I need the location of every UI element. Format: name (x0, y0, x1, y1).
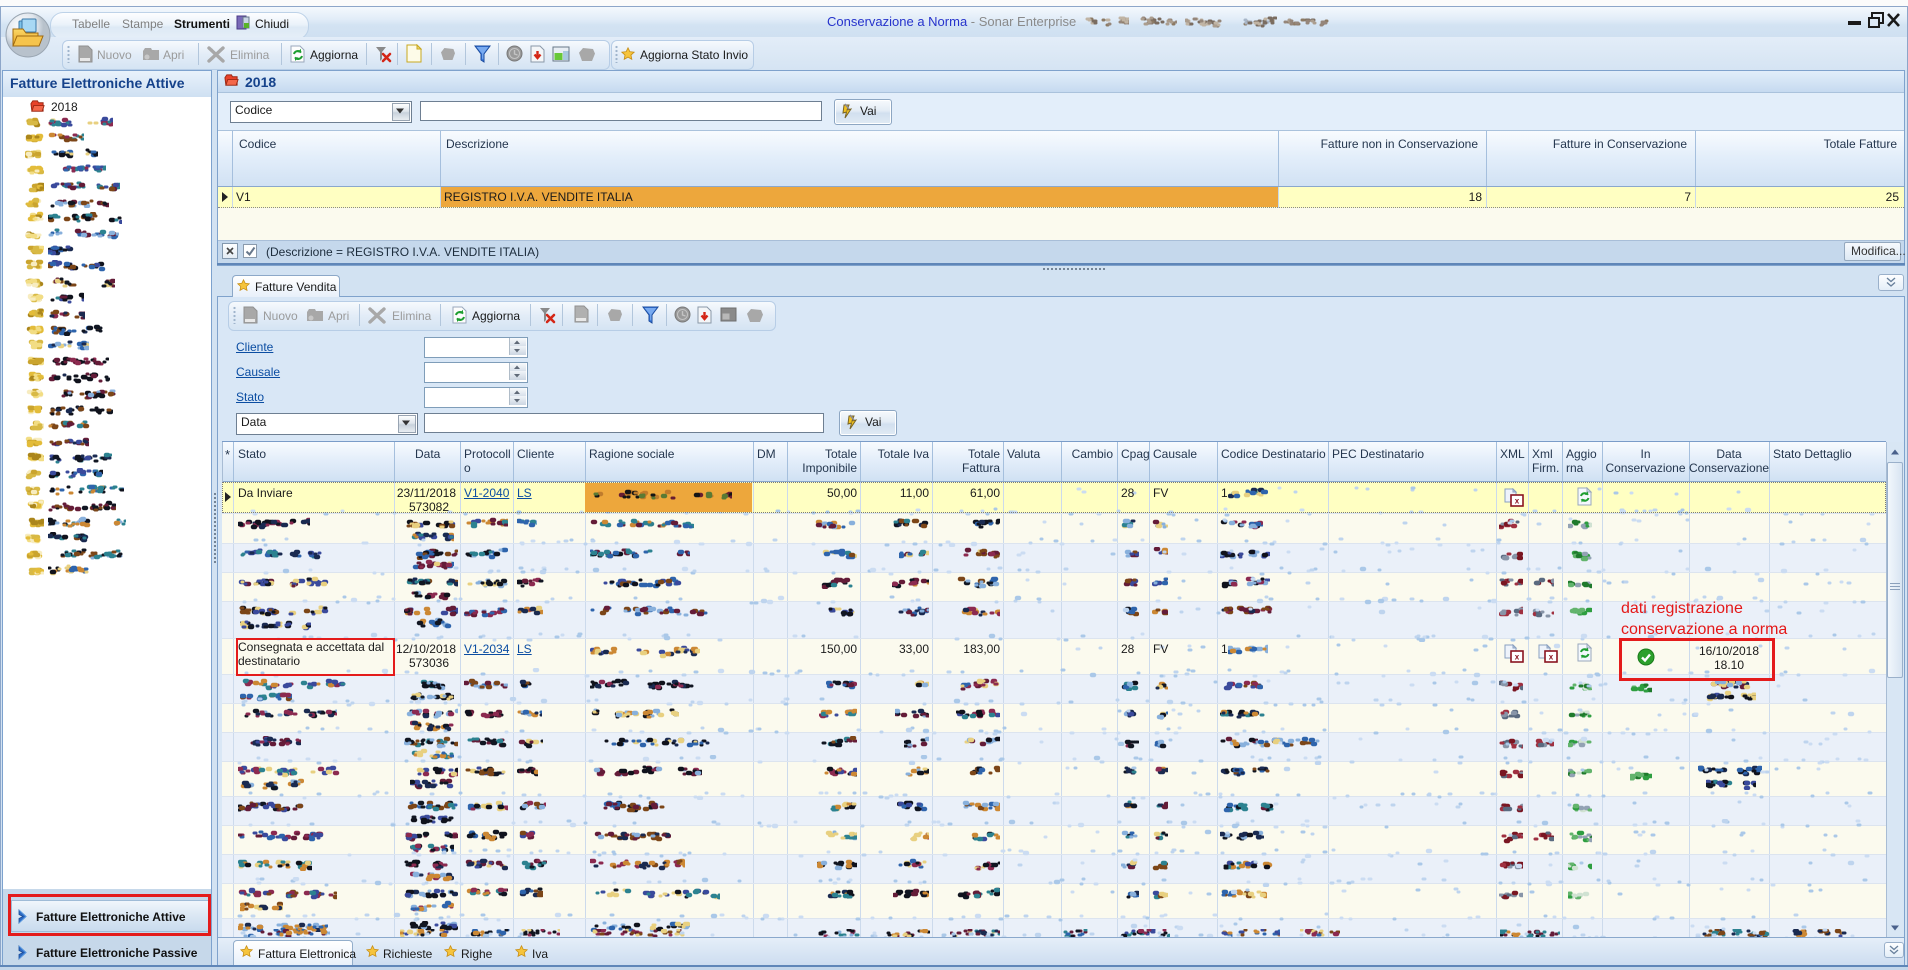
svg-text:x: x (1515, 653, 1520, 662)
svg-text:x: x (1549, 653, 1554, 662)
